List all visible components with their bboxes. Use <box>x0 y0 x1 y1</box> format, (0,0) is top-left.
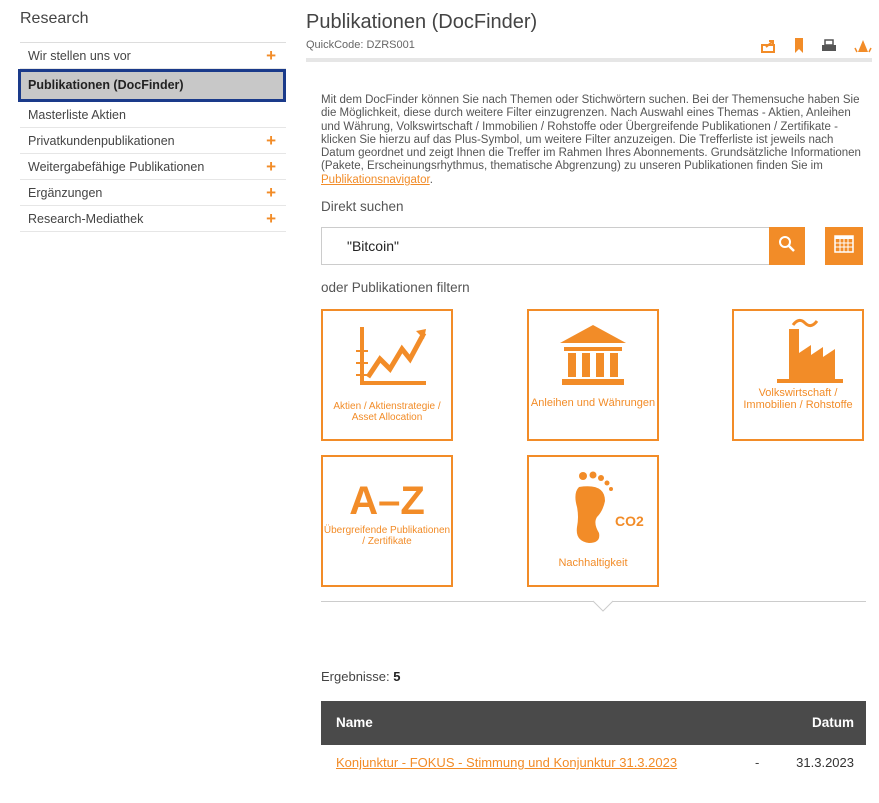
filter-label: oder Publikationen filtern <box>321 280 470 296</box>
intro-text: Mit dem DocFinder können Sie nach Themen… <box>321 94 861 187</box>
sidebar-item-privatkundenpublikationen[interactable]: Privatkundenpublikationen + <box>20 128 286 154</box>
expand-plus-icon[interactable]: + <box>266 128 276 154</box>
sidebar-item-label: Ergänzungen <box>28 186 103 200</box>
publication-link[interactable]: Konjunktur - FOKUS - Stimmung und Konjun… <box>336 755 677 770</box>
sidebar-list: Wir stellen uns vor + Publikationen (Doc… <box>18 42 286 232</box>
sidebar-title: Research <box>20 10 89 27</box>
az-icon: A–Z <box>349 479 425 524</box>
tile-uebergreifend[interactable]: A–Z Übergreifende Publikationen / Zertif… <box>321 455 453 588</box>
tile-nachhaltigkeit-label: Nachhaltigkeit <box>558 557 628 570</box>
intro-paragraph: Mit dem DocFinder können Sie nach Themen… <box>321 94 861 173</box>
results-count: 5 <box>393 669 401 685</box>
quickcode-row: QuickCode: DZRS001 <box>306 36 872 62</box>
bank-icon <box>558 325 628 393</box>
print-icon[interactable] <box>821 38 837 53</box>
sidebar-item-publikationen[interactable]: Publikationen (DocFinder) <box>18 69 286 102</box>
filter-tiles: Aktien / Aktienstrategie / Asset Allocat… <box>321 309 866 601</box>
docfinder-panel: Mit dem DocFinder können Sie nach Themen… <box>306 94 872 777</box>
intro-end: . <box>429 173 433 186</box>
search-row <box>321 227 864 266</box>
toolbar <box>761 38 872 53</box>
main-content: Publikationen (DocFinder) QuickCode: DZR… <box>306 8 872 777</box>
calendar-button[interactable] <box>825 227 863 266</box>
font-size-icon[interactable] <box>854 39 872 53</box>
page-title: Publikationen (DocFinder) <box>306 11 538 33</box>
results-count-row: Ergebnisse: 5 <box>321 669 864 684</box>
bookmark-icon[interactable] <box>794 38 804 53</box>
chart-icon <box>342 327 432 399</box>
column-header-name[interactable]: Name <box>336 715 373 730</box>
tile-aktien-label: Aktien / Aktienstrategie / Asset Allocat… <box>333 401 441 424</box>
tile-az-label: Übergreifende Publikationen / Zertifikat… <box>323 525 451 548</box>
tile-volks-label: Volkswirtschaft / Immobilien / Rohstoffe <box>743 387 853 412</box>
sidebar-item-ergaenzungen[interactable]: Ergänzungen + <box>20 180 286 206</box>
sidebar-item-label: Privatkundenpublikationen <box>28 134 175 148</box>
sidebar-item-weitergabefaehige[interactable]: Weitergabefähige Publikationen + <box>20 154 286 180</box>
collapse-chevron-icon[interactable] <box>593 600 613 620</box>
tile-aktien[interactable]: Aktien / Aktienstrategie / Asset Allocat… <box>321 309 453 442</box>
expand-plus-icon[interactable]: + <box>266 43 276 69</box>
sidebar-item-label: Weitergabefähige Publikationen <box>28 160 205 174</box>
sidebar-item-label: Masterliste Aktien <box>28 108 126 122</box>
search-input[interactable] <box>321 227 803 266</box>
sidebar-item-wir-stellen-uns-vor[interactable]: Wir stellen uns vor + <box>20 43 286 69</box>
tile-volkswirtschaft[interactable]: Volkswirtschaft / Immobilien / Rohstoffe <box>732 309 864 442</box>
sidebar-item-research-mediathek[interactable]: Research-Mediathek + <box>20 206 286 232</box>
sidebar-item-label: Publikationen (DocFinder) <box>28 78 184 92</box>
search-button[interactable] <box>769 227 805 266</box>
column-header-date[interactable]: Datum <box>812 715 854 730</box>
table-row: Konjunktur - FOKUS - Stimmung und Konjun… <box>321 745 866 777</box>
sidebar-item-label: Wir stellen uns vor <box>28 49 131 63</box>
row-date: 31.3.2023 <box>796 755 854 771</box>
tile-anleihen-label: Anleihen und Währungen <box>530 397 656 410</box>
sidebar-item-label: Research-Mediathek <box>28 212 144 226</box>
factory-icon <box>753 319 843 387</box>
tile-nachhaltigkeit[interactable]: CO2 Nachhaltigkeit <box>527 455 659 588</box>
expand-plus-icon[interactable]: + <box>266 180 276 206</box>
co2-label: CO2 <box>615 513 644 530</box>
results-table: Name Datum Konjunktur - FOKUS - Stimmung… <box>321 701 866 777</box>
publikationsnavigator-link[interactable]: Publikationsnavigator <box>321 174 430 186</box>
sidebar: Research Wir stellen uns vor + Publikati… <box>18 8 286 232</box>
results-label: Ergebnisse: <box>321 669 390 685</box>
expand-plus-icon[interactable]: + <box>266 154 276 180</box>
direct-search-label: Direkt suchen <box>321 199 404 215</box>
sidebar-item-masterliste-aktien[interactable]: Masterliste Aktien <box>20 102 286 128</box>
filter-divider <box>321 600 866 612</box>
tile-anleihen[interactable]: Anleihen und Währungen <box>527 309 659 442</box>
calendar-icon <box>834 234 854 258</box>
table-header: Name Datum <box>321 701 866 746</box>
row-separator: - <box>755 755 760 771</box>
share-icon[interactable] <box>761 39 777 53</box>
search-icon <box>778 235 796 258</box>
expand-plus-icon[interactable]: + <box>266 206 276 232</box>
